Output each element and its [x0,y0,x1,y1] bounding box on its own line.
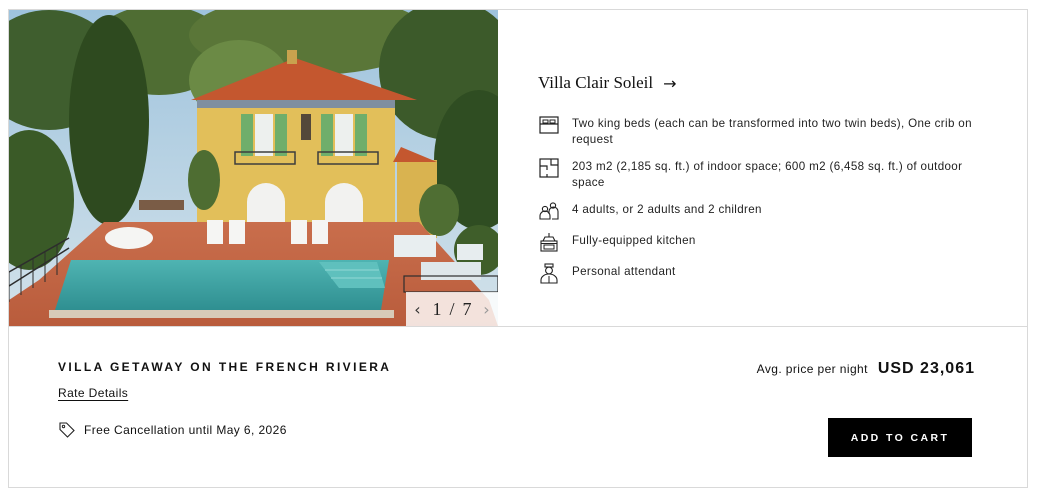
feature-item-attendant: Personal attendant [538,262,998,284]
feature-text: 203 m2 (2,185 sq. ft.) of indoor space; … [572,160,963,189]
feature-item-beds: Two king beds (each can be transformed i… [538,114,998,148]
pager-total: 7 [462,298,472,319]
feature-text: Fully-equipped kitchen [572,234,696,247]
feature-item-kitchen: Fully-equipped kitchen [538,231,998,253]
offer-top-section: ‹ 1 / 7 › Villa Clair Soleil → Two king … [9,10,1027,327]
feature-list: Two king beds (each can be transformed i… [538,114,998,284]
pager-current: 1 [432,298,442,319]
photo-pager: ‹ 1 / 7 › [406,292,498,326]
price-display: Avg. price per night USD 23,061 [757,360,975,378]
attendant-icon [540,263,558,284]
floorplan-icon [539,158,559,178]
villa-photo[interactable]: ‹ 1 / 7 › [9,10,498,326]
price-value: USD 23,061 [877,360,975,377]
arrow-right-icon: → [663,73,677,93]
chevron-left-icon[interactable]: ‹ [410,300,424,319]
villa-name-link[interactable]: Villa Clair Soleil → [538,72,998,94]
price-label: Avg. price per night [756,362,868,376]
villa-name: Villa Clair Soleil [538,73,654,92]
feature-text: Two king beds (each can be transformed i… [572,117,972,146]
chevron-right-icon[interactable]: › [480,300,494,319]
offer-bottom-section: VILLA GETAWAY ON THE FRENCH RIVIERA Rate… [9,327,1027,487]
tag-icon [59,422,75,438]
pager-separator: / [449,298,455,319]
bed-icon [539,116,559,134]
add-to-cart-button[interactable]: ADD TO CART [828,418,972,457]
kitchen-icon [540,233,558,252]
feature-text: 4 adults, or 2 adults and 2 children [572,203,762,216]
villa-details: Villa Clair Soleil → Two king beds (each… [538,72,998,293]
villa-offer-card: ‹ 1 / 7 › Villa Clair Soleil → Two king … [8,9,1028,488]
rate-details-link[interactable]: Rate Details [58,386,128,400]
feature-item-guests: 4 adults, or 2 adults and 2 children [538,200,998,222]
feature-text: Personal attendant [572,265,676,278]
package-title: VILLA GETAWAY ON THE FRENCH RIVIERA [58,360,392,374]
feature-item-space: 203 m2 (2,185 sq. ft.) of indoor space; … [538,157,998,191]
guests-icon [539,202,559,220]
cancellation-text: Free Cancellation until May 6, 2026 [84,423,287,437]
cancellation-policy: Free Cancellation until May 6, 2026 [58,421,287,439]
villa-photo-image [9,10,498,326]
